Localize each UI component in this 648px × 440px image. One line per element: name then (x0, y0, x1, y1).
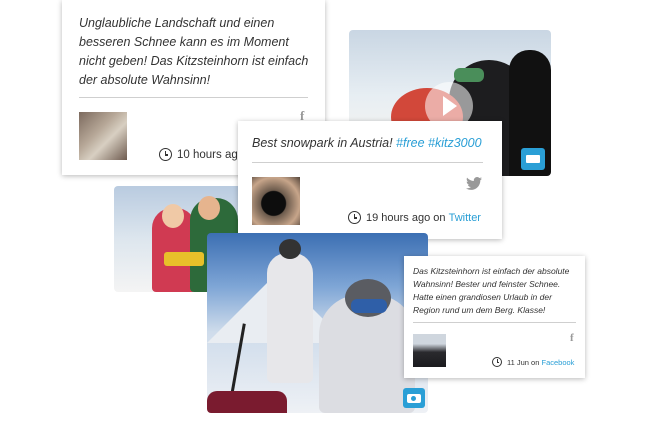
divider (252, 162, 483, 163)
post-text: Das Kitzsteinhorn ist einfach der absolu… (413, 266, 570, 315)
face (198, 196, 220, 220)
post-text: Unglaubliche Landschaft und einen besser… (79, 16, 309, 87)
clock-icon (348, 211, 361, 224)
photo-card-skiers[interactable] (207, 233, 428, 413)
skier-helmet (279, 239, 301, 259)
post-text-body: Best snowpark in Austria! (252, 136, 397, 150)
facebook-icon: f (570, 332, 574, 344)
post-text: Best snowpark in Austria! #free #kitz300… (252, 135, 492, 151)
skier-figure (267, 253, 313, 383)
divider (79, 97, 308, 98)
avatar (413, 334, 446, 367)
source-link[interactable]: Twitter (449, 212, 481, 224)
twitter-icon (466, 177, 482, 190)
post-card-3[interactable]: Das Kitzsteinhorn ist einfach der absolu… (404, 256, 585, 378)
post-meta: 11 Jun on Facebook (492, 357, 574, 367)
avatar (252, 177, 300, 225)
camera-icon (403, 388, 425, 408)
source-link[interactable]: Facebook (541, 358, 574, 367)
play-arrow-icon (443, 96, 457, 116)
post-time: 11 Jun (507, 357, 529, 367)
post-time: 19 hours ago (366, 211, 431, 224)
post-card-2[interactable]: Best snowpark in Austria! #free #kitz300… (238, 121, 502, 239)
divider (413, 322, 576, 323)
hashtag-link[interactable]: #free #kitz3000 (396, 136, 481, 150)
on-label: on (430, 211, 449, 224)
jacket-detail (207, 391, 287, 413)
video-icon (521, 148, 545, 170)
post-meta: 10 hours ago (159, 148, 244, 161)
post-meta: 19 hours ago on Twitter (348, 211, 481, 224)
goggles (454, 68, 484, 82)
avatar (79, 112, 127, 160)
sled (164, 252, 204, 266)
clock-icon (492, 357, 502, 367)
post-time: 10 hours ago (177, 148, 245, 161)
face (162, 204, 184, 228)
goggles (351, 299, 387, 313)
on-label: on (528, 357, 542, 367)
clock-icon (159, 148, 172, 161)
